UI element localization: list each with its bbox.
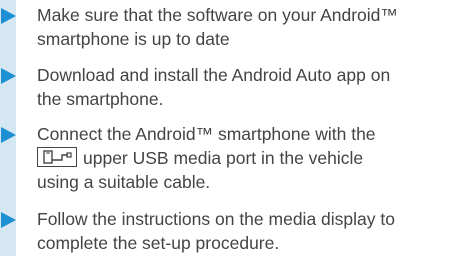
step-arrow-icon [1,68,16,84]
instruction-steps: Make sure that the software on your Andr… [0,0,454,256]
step-text: Download and install the Android Auto ap… [37,63,449,111]
step-arrow-icon [1,212,16,228]
step-line: Make sure that the software on your Andr… [37,5,398,25]
step-line: using a suitable cable. [37,172,211,192]
step-text: Make sure that the software on your Andr… [37,3,449,51]
step-line: complete the set-up procedure. [37,233,280,253]
step-line: smartphone is up to date [37,29,230,49]
step-line: Download and install the Android Auto ap… [37,65,391,85]
step-line: Follow the instructions on the media dis… [37,209,395,229]
usb-phone-icon [37,147,77,168]
step-arrow-icon [1,8,16,24]
step-text: Connect the Android™ smartphone with the… [37,122,449,194]
step-arrow-icon [1,127,16,143]
step-line-text: upper USB media port in the vehicle [83,148,364,168]
step-line: Connect the Android™ smartphone with the [37,124,376,144]
step-line: the smartphone. [37,89,164,109]
step-text: Follow the instructions on the media dis… [37,207,449,255]
step-line-with-icon: upper USB media port in the vehicle [37,146,449,170]
